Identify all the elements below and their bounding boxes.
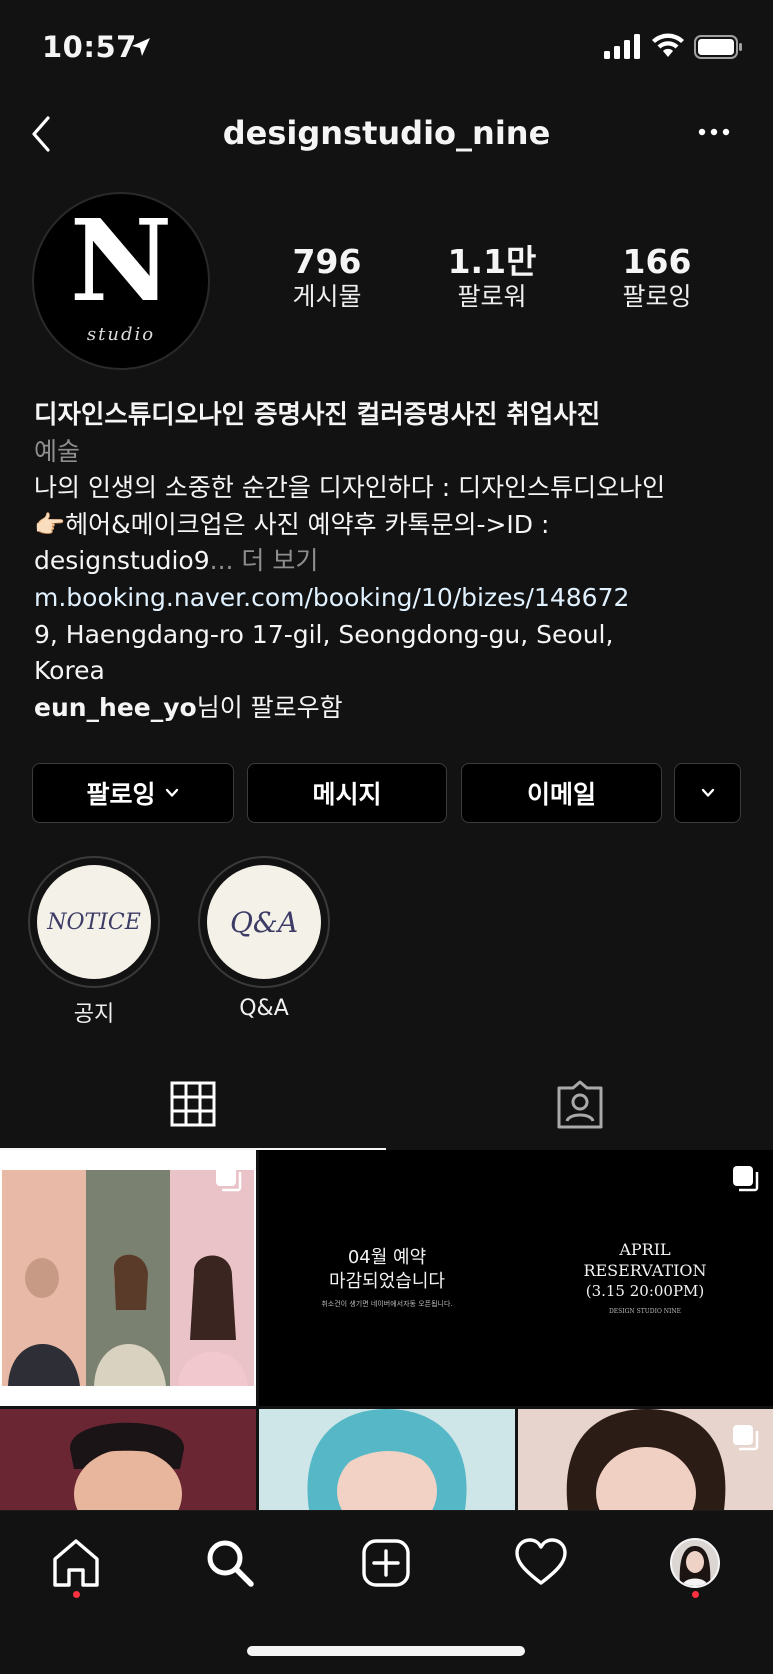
highlight-label: 공지 [73,1002,115,1027]
nav-new-post[interactable] [354,1531,418,1595]
stat-followers-value: 1.1만 [447,242,537,281]
post-thumbnail[interactable] [0,1409,256,1510]
person-photo [178,1255,248,1386]
heart-icon [515,1538,567,1585]
tagged-person-icon [557,1080,603,1129]
message-button[interactable]: 메시지 [247,763,447,823]
followed-by-suffix: 님이 팔로우함 [196,692,343,722]
stat-following-value: 166 [622,242,692,281]
tab-posts-grid[interactable] [0,1060,386,1150]
post-thumbnail[interactable]: 04월 예약 마감되었습니다 취소건이 생기면 네이버에서자동 오픈됩니다. A… [259,1150,773,1406]
following-button-label: 팔로잉 [86,780,156,809]
wifi-icon [652,33,684,57]
profile-bio: 디자인스튜디오나인 증명사진 컬러증명사진 취업사진 예술 나의 인생의 소중한… [34,397,754,726]
highlight-cover: NOTICE [37,865,151,979]
post-text-ko-line2: 마감되었습니다 [329,1271,445,1292]
stat-posts-label: 게시물 [292,282,362,312]
nav-home[interactable] [44,1531,108,1595]
person-photo [69,1422,185,1510]
highlight-label: Q&A [239,996,289,1021]
avatar-logo-sub: studio [86,324,156,345]
profile-avatar[interactable]: N studio [32,192,210,370]
notification-dot [692,1591,699,1598]
multiple-photos-icon [733,1166,759,1192]
bio-website-link[interactable]: m.booking.naver.com/booking/10/bizes/148… [34,580,754,617]
person-photo [307,1409,467,1510]
plus-square-icon [362,1539,410,1587]
battery-icon [694,35,742,59]
bio-address-1[interactable]: 9, Haengdang-ro 17-gil, Seongdong-gu, Se… [34,617,754,654]
avatar-logo-letter: N [69,196,173,327]
followed-by[interactable]: eun_hee_yo님이 팔로우함 [34,690,754,727]
nav-profile[interactable] [663,1531,727,1595]
status-bar: 10:57 [0,0,773,95]
post-text-en-small: DESIGN STUDIO NINE [608,1308,682,1315]
profile-tabs [0,1060,773,1150]
person-photo [94,1254,166,1386]
highlight-notice[interactable]: NOTICE 공지 [28,856,160,1028]
more-options-icon[interactable] [696,122,732,142]
location-arrow-icon [132,38,150,56]
grid-icon [170,1081,216,1127]
bio-more-link[interactable]: ... 더 보기 [210,546,319,575]
post-grid: 04월 예약 마감되었습니다 취소건이 생기면 네이버에서자동 오픈됩니다. A… [0,1150,773,1510]
status-time: 10:57 [42,30,137,64]
person-photo [679,1546,711,1586]
post-photo-panel [170,1170,254,1386]
bio-address-2[interactable]: Korea [34,653,754,690]
stat-following-label: 팔로잉 [622,282,692,312]
profile-actions: 팔로잉 메시지 이메일 [32,763,741,823]
bio-name: 디자인스튜디오나인 증명사진 컬러증명사진 취업사진 [34,400,601,430]
nav-search[interactable] [198,1531,262,1595]
post-photo-panel [86,1170,170,1386]
bio-line-2: 👉🏻헤어&메이크업은 사진 예약후 카톡문의->ID : [34,509,550,539]
bio-line-3: designstudio9... 더 보기 [34,543,754,580]
highlight-qa[interactable]: Q&A Q&A [198,856,330,1021]
stat-posts-value: 796 [292,242,362,281]
multiple-photos-icon [216,1166,242,1192]
chevron-down-icon [165,788,178,797]
highlight-ring: NOTICE [28,856,160,988]
profile-avatar-thumbnail [670,1538,720,1588]
bio-line-1: 나의 인생의 소중한 순간을 디자인하다 : 디자인스튜디오나인 [34,473,666,503]
highlight-cover: Q&A [207,865,321,979]
post-thumbnail[interactable] [518,1409,773,1510]
highlight-ring: Q&A [198,856,330,988]
chevron-down-icon [701,788,714,797]
profile-header: designstudio_nine [0,100,773,175]
stat-posts[interactable]: 796 게시물 [257,242,397,314]
post-text-en-line2: RESERVATION [583,1261,707,1280]
person-photo [8,1258,80,1386]
post-text-ko-small: 취소건이 생기면 네이버에서자동 오픈됩니다. [321,1300,453,1308]
post-thumbnail[interactable] [259,1409,515,1510]
bio-line-3-text: designstudio9 [34,546,210,576]
stat-followers[interactable]: 1.1만 팔로워 [422,242,562,314]
tab-tagged[interactable] [387,1060,773,1150]
post-text-en-line3: (3.15 20:00PM) [585,1282,705,1300]
home-icon [53,1539,99,1587]
suggested-accounts-button[interactable] [674,763,741,823]
cellular-signal-icon [604,34,640,59]
stat-followers-label: 팔로워 [457,282,527,312]
profile-username: designstudio_nine [222,114,551,152]
notification-dot [73,1591,80,1598]
home-indicator [247,1646,525,1656]
stat-following[interactable]: 166 팔로잉 [587,242,727,314]
multiple-photos-icon [733,1425,759,1451]
post-text-ko-line1: 04월 예약 [347,1247,427,1268]
post-thumbnail[interactable] [0,1150,256,1406]
followed-by-user: eun_hee_yo [34,692,197,722]
following-button[interactable]: 팔로잉 [32,763,234,823]
post-photo-panel [2,1170,86,1386]
post-text-en-line1: APRIL [619,1240,671,1259]
email-button[interactable]: 이메일 [461,763,662,823]
bio-category: 예술 [34,436,81,466]
nav-activity[interactable] [509,1531,573,1595]
search-icon [207,1540,254,1587]
